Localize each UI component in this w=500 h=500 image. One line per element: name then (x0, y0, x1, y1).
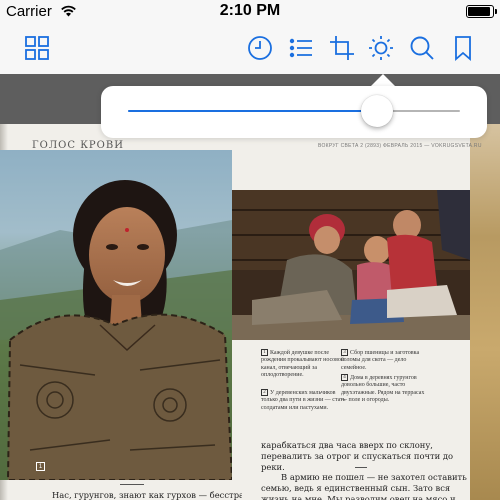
caption-1: 1 Каждой девушке после рождения прокалыва… (261, 349, 345, 379)
brightness-slider-fill (128, 110, 377, 112)
caption-4: 4 Дома в деревнях гурунгов довольно больш… (341, 374, 425, 404)
brightness-icon[interactable] (367, 34, 395, 62)
left-column-text: Нас, гурунгов, знают как гурхов — бесстр… (52, 490, 242, 500)
popover-arrow (371, 74, 395, 86)
search-icon[interactable] (408, 34, 436, 62)
status-bar: Carrier 2:10 PM (0, 0, 500, 22)
caption-3: 3 Сбор пшеницы и заготовка соломы для ско… (341, 349, 420, 371)
battery-icon (466, 5, 497, 18)
next-page-photo-edge (470, 124, 500, 500)
crop-icon[interactable] (328, 34, 356, 62)
clock-icon[interactable] (246, 34, 274, 62)
caption-2: 2У деревенских мальчиков только два пути… (261, 389, 346, 411)
figure-number-label: 1 (36, 462, 45, 471)
toolbar (0, 22, 500, 74)
children-photo (232, 190, 470, 340)
brightness-popover (101, 86, 487, 138)
portrait-photo (0, 150, 232, 480)
bookmark-icon[interactable] (449, 34, 477, 62)
page-header: ВОКРУГ СВЕТА 2 (2893) ФЕВРАЛЬ 2015 — VOK… (318, 143, 482, 149)
paragraph-divider (355, 467, 367, 468)
clock-time: 2:10 PM (219, 2, 281, 19)
body-paragraph-1: карабкаться два часа вверх по склону, пе… (261, 440, 454, 472)
brightness-slider-thumb[interactable] (361, 95, 393, 127)
battery-fill (468, 7, 490, 16)
grid-icon[interactable] (23, 34, 51, 62)
left-column-divider (120, 484, 144, 485)
body-paragraph-2: В армию не пошел — не захотел оставить с… (261, 472, 467, 500)
list-icon[interactable] (287, 34, 315, 62)
